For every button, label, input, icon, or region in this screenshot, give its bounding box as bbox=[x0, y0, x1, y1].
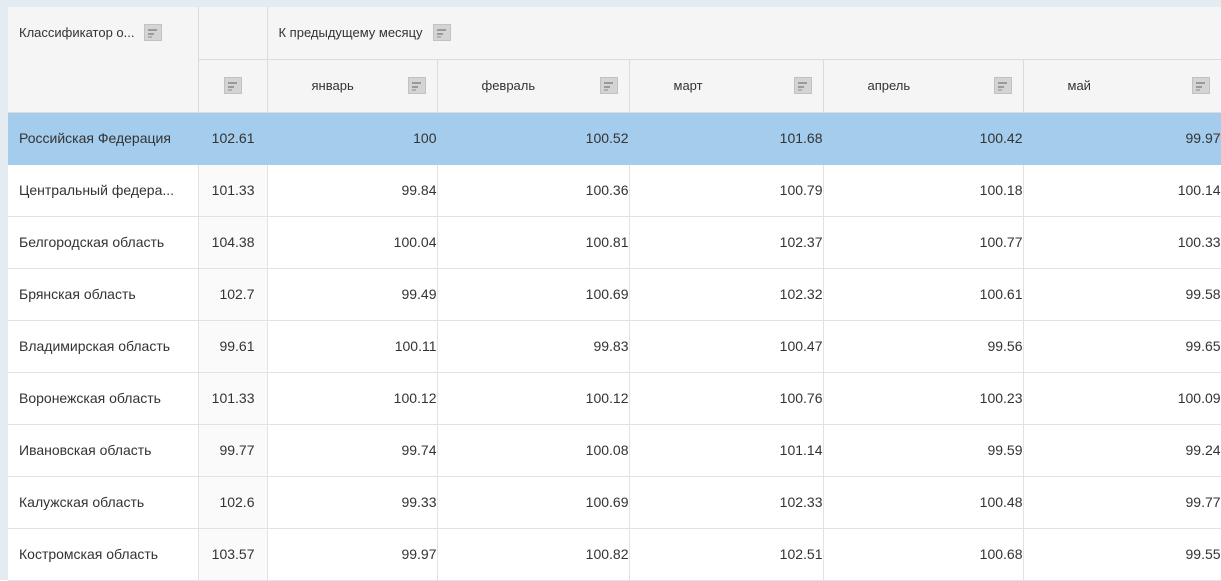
cell-value[interactable]: 100.68 bbox=[823, 528, 1024, 581]
table-row[interactable]: Костромская область 103.57 99.97 100.82 102.… bbox=[8, 528, 1221, 581]
cell-total[interactable]: 103.57 bbox=[198, 528, 268, 581]
pivot-table: Классификатор о... К предыдущему месяцу … bbox=[8, 7, 1221, 581]
column-header-month[interactable]: апрель bbox=[823, 59, 1024, 113]
classifier-header-label: Классификатор о... bbox=[19, 25, 135, 40]
column-header-total[interactable] bbox=[198, 59, 268, 113]
cell-value[interactable]: 100.18 bbox=[823, 164, 1024, 217]
table-row[interactable]: Владимирская область 99.61 100.11 99.83 100.… bbox=[8, 320, 1221, 373]
cell-value[interactable]: 99.58 bbox=[1023, 268, 1221, 321]
cell-value[interactable]: 99.55 bbox=[1023, 528, 1221, 581]
table-row[interactable]: Центральный федера... 101.33 99.84 100.36 10… bbox=[8, 164, 1221, 217]
cell-value[interactable]: 100.69 bbox=[437, 268, 630, 321]
cell-value[interactable]: 99.84 bbox=[267, 164, 438, 217]
cell-value[interactable]: 99.56 bbox=[823, 320, 1024, 373]
cell-value[interactable]: 100.48 bbox=[823, 476, 1024, 529]
cell-value[interactable]: 102.37 bbox=[629, 216, 824, 269]
group-header-label: К предыдущему месяцу bbox=[278, 25, 423, 41]
cell-value[interactable]: 99.24 bbox=[1023, 424, 1221, 477]
filter-icon[interactable] bbox=[599, 77, 618, 94]
cell-value[interactable]: 100.81 bbox=[437, 216, 630, 269]
cell-value[interactable]: 100.36 bbox=[437, 164, 630, 217]
cell-value[interactable]: 102.33 bbox=[629, 476, 824, 529]
cell-value[interactable]: 100.77 bbox=[823, 216, 1024, 269]
cell-value[interactable]: 100.82 bbox=[437, 528, 630, 581]
cell-value[interactable]: 99.77 bbox=[1023, 476, 1221, 529]
month-header-label: апрель bbox=[867, 78, 911, 93]
column-header-month[interactable]: январь bbox=[267, 59, 438, 113]
row-header-region[interactable]: Российская Федерация bbox=[8, 112, 199, 165]
cell-value[interactable]: 100.79 bbox=[629, 164, 824, 217]
row-header-region[interactable]: Белгородская область bbox=[8, 216, 199, 269]
row-header-region[interactable]: Владимирская область bbox=[8, 320, 199, 373]
column-header-classifier[interactable]: Классификатор о... bbox=[8, 7, 199, 113]
table-body: Российская Федерация 102.61 100 100.52 101.6… bbox=[8, 112, 1221, 581]
filter-icon[interactable] bbox=[993, 77, 1012, 94]
cell-total[interactable]: 101.33 bbox=[198, 372, 268, 425]
row-header-region[interactable]: Воронежская область bbox=[8, 372, 199, 425]
cell-value[interactable]: 100.12 bbox=[267, 372, 438, 425]
cell-value[interactable]: 99.59 bbox=[823, 424, 1024, 477]
cell-total[interactable]: 104.38 bbox=[198, 216, 268, 269]
row-header-region[interactable]: Калужская область bbox=[8, 476, 199, 529]
filter-icon[interactable] bbox=[223, 77, 242, 94]
month-header-label: январь bbox=[311, 78, 354, 93]
table-row[interactable]: Воронежская область 101.33 100.12 100.12 100… bbox=[8, 372, 1221, 425]
cell-value[interactable]: 102.51 bbox=[629, 528, 824, 581]
cell-value[interactable]: 102.32 bbox=[629, 268, 824, 321]
table-row[interactable]: Российская Федерация 102.61 100 100.52 101.6… bbox=[8, 112, 1221, 165]
cell-value[interactable]: 100.42 bbox=[823, 112, 1024, 165]
cell-value[interactable]: 99.83 bbox=[437, 320, 630, 373]
cell-value[interactable]: 100.09 bbox=[1023, 372, 1221, 425]
row-header-region[interactable]: Центральный федера... bbox=[8, 164, 199, 217]
cell-value[interactable]: 99.33 bbox=[267, 476, 438, 529]
cell-total[interactable]: 102.6 bbox=[198, 476, 268, 529]
cell-value[interactable]: 99.49 bbox=[267, 268, 438, 321]
column-header-total-top bbox=[198, 7, 268, 60]
cell-value[interactable]: 100.08 bbox=[437, 424, 630, 477]
cell-value[interactable]: 100.04 bbox=[267, 216, 438, 269]
column-header-month[interactable]: март bbox=[629, 59, 824, 113]
cell-value[interactable]: 99.65 bbox=[1023, 320, 1221, 373]
filter-icon[interactable] bbox=[1191, 77, 1210, 94]
row-header-region[interactable]: Костромская область bbox=[8, 528, 199, 581]
cell-total[interactable]: 99.77 bbox=[198, 424, 268, 477]
cell-value[interactable]: 101.14 bbox=[629, 424, 824, 477]
cell-value[interactable]: 99.97 bbox=[267, 528, 438, 581]
cell-value[interactable]: 100.14 bbox=[1023, 164, 1221, 217]
cell-value[interactable]: 100.47 bbox=[629, 320, 824, 373]
cell-value[interactable]: 100.61 bbox=[823, 268, 1024, 321]
cell-value[interactable]: 99.97 bbox=[1023, 112, 1221, 165]
cell-total[interactable]: 102.7 bbox=[198, 268, 268, 321]
cell-value[interactable]: 100.12 bbox=[437, 372, 630, 425]
column-header-month[interactable]: май bbox=[1023, 59, 1221, 113]
table-row[interactable]: Брянская область 102.7 99.49 100.69 102.32 10… bbox=[8, 268, 1221, 321]
cell-value[interactable]: 99.74 bbox=[267, 424, 438, 477]
column-group-header[interactable]: К предыдущему месяцу bbox=[267, 7, 1221, 60]
row-header-region[interactable]: Брянская область bbox=[8, 268, 199, 321]
cell-value[interactable]: 100.33 bbox=[1023, 216, 1221, 269]
table-row[interactable]: Белгородская область 104.38 100.04 100.81 10… bbox=[8, 216, 1221, 269]
cell-value[interactable]: 100.69 bbox=[437, 476, 630, 529]
cell-total[interactable]: 102.61 bbox=[198, 112, 268, 165]
filter-icon[interactable] bbox=[407, 77, 426, 94]
cell-total[interactable]: 99.61 bbox=[198, 320, 268, 373]
table-row[interactable]: Калужская область 102.6 99.33 100.69 102.33 1… bbox=[8, 476, 1221, 529]
month-header-label: март bbox=[673, 78, 703, 93]
cell-value[interactable]: 100.52 bbox=[437, 112, 630, 165]
cell-value[interactable]: 101.68 bbox=[629, 112, 824, 165]
cell-value[interactable]: 100 bbox=[267, 112, 438, 165]
column-header-month[interactable]: февраль bbox=[437, 59, 630, 113]
month-header-label: февраль bbox=[481, 78, 536, 93]
filter-icon[interactable] bbox=[144, 24, 163, 41]
filter-icon[interactable] bbox=[432, 24, 451, 42]
table-row[interactable]: Ивановская область 99.77 99.74 100.08 101.14… bbox=[8, 424, 1221, 477]
month-header-label: май bbox=[1067, 78, 1091, 93]
cell-value[interactable]: 100.76 bbox=[629, 372, 824, 425]
row-header-region[interactable]: Ивановская область bbox=[8, 424, 199, 477]
cell-total[interactable]: 101.33 bbox=[198, 164, 268, 217]
filter-icon[interactable] bbox=[793, 77, 812, 94]
cell-value[interactable]: 100.11 bbox=[267, 320, 438, 373]
pivot-table-frame: Классификатор о... К предыдущему месяцу … bbox=[0, 0, 1221, 581]
cell-value[interactable]: 100.23 bbox=[823, 372, 1024, 425]
